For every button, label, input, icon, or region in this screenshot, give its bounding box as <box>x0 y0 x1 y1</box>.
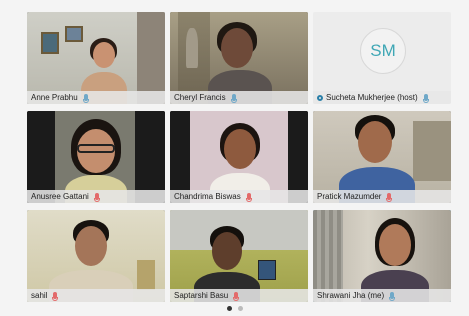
participant-tile-anne-prabhu[interactable]: Anne Prabhu <box>27 12 165 104</box>
participant-tile-sucheta-mukherjee[interactable]: SM Sucheta Mukherjee (host) <box>313 12 451 104</box>
participant-tile-saptarshi-basu[interactable]: Saptarshi Basu <box>170 210 308 302</box>
participant-name: Sucheta Mukherjee (host) <box>326 93 418 102</box>
microphone-icon <box>230 94 237 103</box>
participant-name-bar: sahil <box>27 289 165 302</box>
microphone-muted-icon <box>233 292 240 301</box>
microphone-icon <box>82 94 89 103</box>
microphone-icon <box>389 292 396 301</box>
participant-name: Cheryl Francis <box>174 93 226 102</box>
participant-name-bar: Sucheta Mukherjee (host) <box>313 91 451 104</box>
participant-name-bar: Shrawani Jha (me) <box>313 289 451 302</box>
participant-tile-anusree-gattani[interactable]: Anusree Gattani <box>27 111 165 203</box>
page-dot-2[interactable] <box>237 306 243 311</box>
participant-tile-shrawani-jha[interactable]: Shrawani Jha (me) <box>313 210 451 302</box>
participant-name: Anusree Gattani <box>31 192 89 201</box>
participant-name-bar: Anusree Gattani <box>27 190 165 203</box>
participant-tile-sahil[interactable]: sahil <box>27 210 165 302</box>
participant-name-bar: Pratick Mazumder <box>313 190 451 203</box>
participant-name: Chandrima Biswas <box>174 192 241 201</box>
participant-name: Anne Prabhu <box>31 93 78 102</box>
video-grid: Anne Prabhu Cheryl Francis SM Sucheta Mu… <box>27 12 455 302</box>
participant-name: Shrawani Jha (me) <box>317 291 385 300</box>
page-indicator <box>0 306 469 311</box>
initials-avatar: SM <box>360 28 406 74</box>
microphone-muted-icon <box>93 193 100 202</box>
microphone-muted-icon <box>386 193 393 202</box>
microphone-muted-icon <box>245 193 252 202</box>
participant-name: sahil <box>31 291 48 300</box>
participant-name-bar: Cheryl Francis <box>170 91 308 104</box>
page-dot-1[interactable] <box>226 306 232 311</box>
participant-name-bar: Saptarshi Basu <box>170 289 308 302</box>
microphone-muted-icon <box>52 292 59 301</box>
participant-tile-pratick-mazumder[interactable]: Pratick Mazumder <box>313 111 451 203</box>
participant-name-bar: Anne Prabhu <box>27 91 165 104</box>
participant-name-bar: Chandrima Biswas <box>170 190 308 203</box>
participant-tile-chandrima-biswas[interactable]: Chandrima Biswas <box>170 111 308 203</box>
host-icon <box>317 94 323 101</box>
participant-tile-cheryl-francis[interactable]: Cheryl Francis <box>170 12 308 104</box>
participant-name: Pratick Mazumder <box>317 192 382 201</box>
microphone-icon <box>422 94 429 103</box>
participant-name: Saptarshi Basu <box>174 291 229 300</box>
